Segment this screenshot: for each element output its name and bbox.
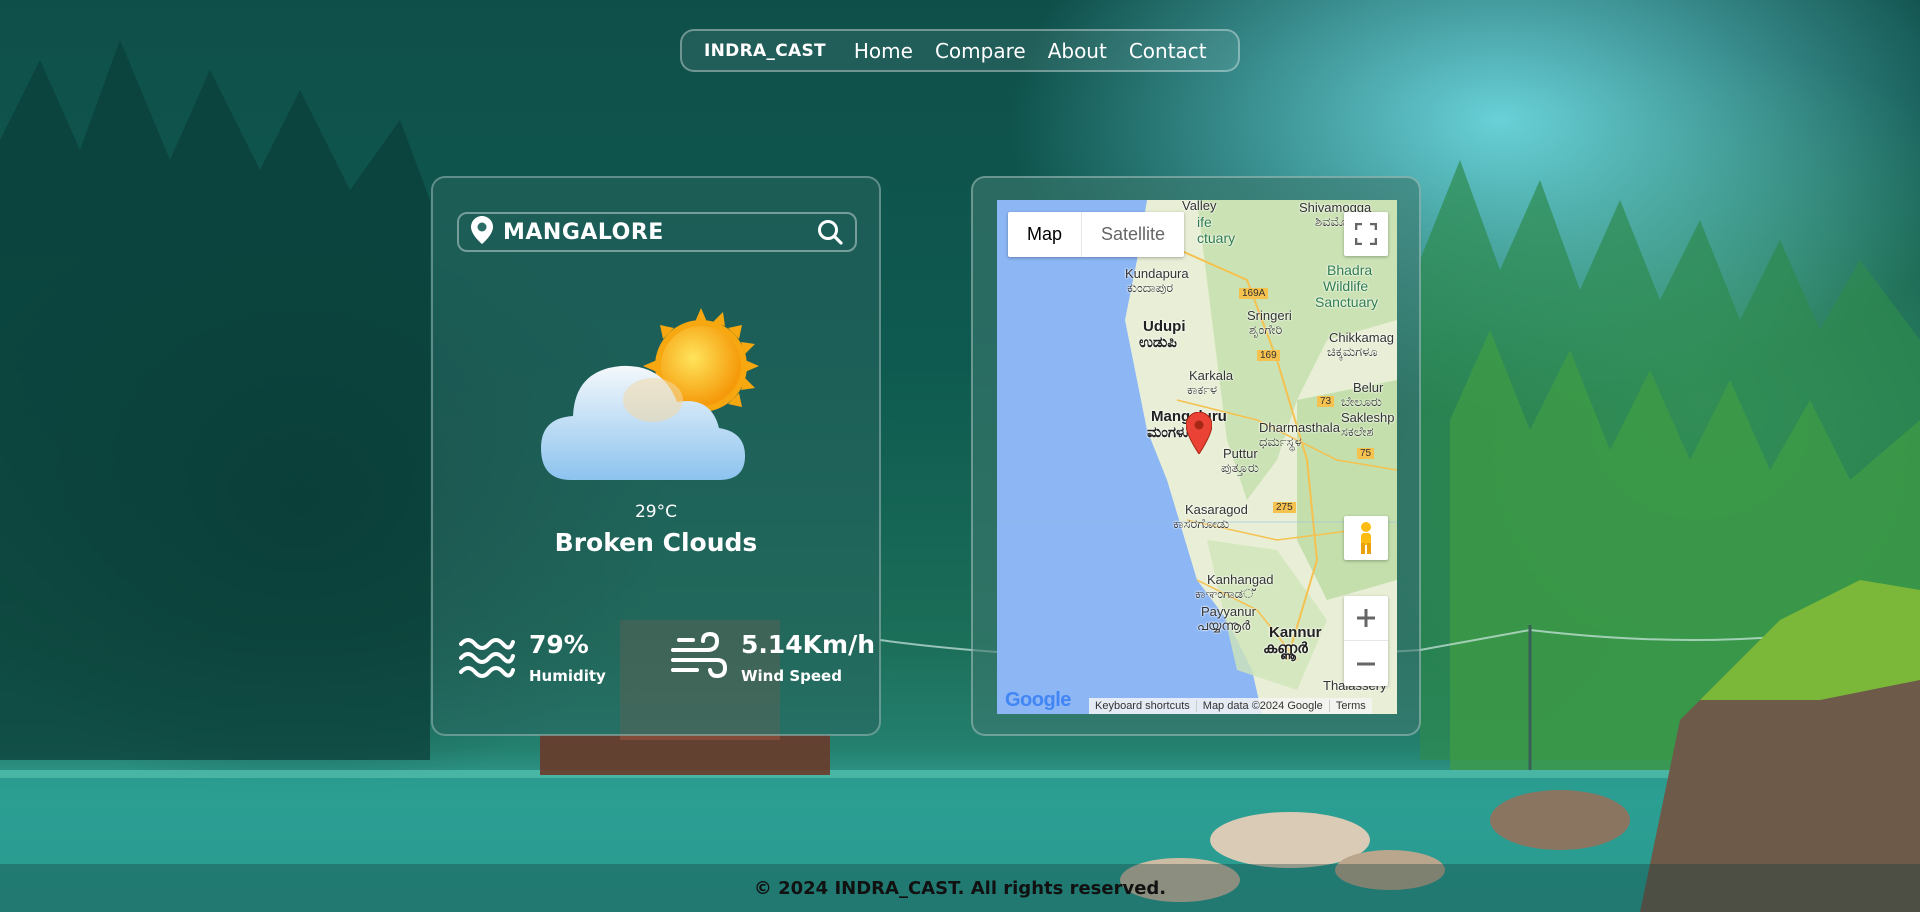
map-place: Kundapura: [1125, 266, 1189, 281]
map-place: Valley: [1182, 200, 1217, 213]
city-search-input[interactable]: [503, 219, 817, 245]
fullscreen-button[interactable]: [1344, 212, 1388, 256]
map-road-shield: 73: [1317, 396, 1335, 407]
map-type-satellite-button[interactable]: Satellite: [1081, 212, 1184, 257]
map-data-attribution: Map data ©2024 Google: [1195, 700, 1329, 712]
map-place: ctuary: [1197, 230, 1236, 246]
page-footer: © 2024 INDRA_CAST. All rights reserved.: [0, 864, 1920, 912]
map-road-shield: 275: [1273, 502, 1296, 513]
map-road-shield: 169A: [1239, 288, 1269, 299]
street-view-pegman-button[interactable]: [1344, 516, 1388, 560]
map-type-control: Map Satellite: [1008, 212, 1185, 257]
map-road-shield: 75: [1357, 448, 1375, 459]
google-map[interactable]: Valley ife ctuary Shivamogga ಶಿವಮೊ Kunda…: [997, 200, 1397, 714]
map-place: Sakleshp: [1341, 410, 1395, 425]
nav-link-home[interactable]: Home: [854, 39, 913, 63]
map-place: Payyanur: [1201, 604, 1256, 619]
zoom-out-button[interactable]: [1344, 641, 1388, 686]
copyright-text: © 2024 INDRA_CAST. All rights reserved.: [753, 877, 1167, 899]
map-place: Wildlife: [1323, 278, 1369, 294]
brand-logo[interactable]: INDRA_CAST: [704, 41, 826, 61]
weather-card: 29°C Broken Clouds 79% Humidity 5.14Km/h…: [431, 176, 881, 736]
map-place: ಕುಂದಾಪುರ: [1127, 280, 1174, 295]
water-waves-icon: [459, 638, 515, 678]
pegman-icon: [1361, 522, 1371, 554]
map-place: പയ്യന്നൂർ: [1197, 618, 1251, 633]
google-logo-text: Google: [1005, 689, 1071, 711]
humidity-label: Humidity: [529, 667, 606, 685]
cloud-sun-icon: [541, 308, 759, 480]
zoom-in-button[interactable]: [1344, 596, 1388, 641]
forest-background: [0, 40, 1920, 912]
nav-link-about[interactable]: About: [1048, 39, 1107, 63]
humidity-stat: 79% Humidity: [459, 630, 606, 685]
map-place: ಕಾಸರಗೋಡು: [1173, 516, 1230, 531]
map-place: Sringeri: [1247, 308, 1292, 323]
map-place: Karkala: [1189, 368, 1234, 383]
map-place: ife: [1197, 214, 1212, 230]
zoom-control: [1344, 596, 1388, 686]
nav-link-compare[interactable]: Compare: [935, 39, 1026, 63]
nav-link-contact[interactable]: Contact: [1129, 39, 1207, 63]
map-place: ಕಾಞಂಗಾಡ്: [1195, 586, 1255, 601]
wind-stat: 5.14Km/h Wind Speed: [671, 630, 875, 685]
plus-icon: [1357, 609, 1375, 627]
navbar: INDRA_CAST Home Compare About Contact: [680, 29, 1240, 72]
location-pin-icon: [471, 216, 493, 248]
map-place: Udupi: [1143, 318, 1186, 335]
map-place: ಸಕಲೇಶ: [1341, 424, 1374, 439]
map-type-map-button[interactable]: Map: [1008, 212, 1081, 257]
terms-link[interactable]: Terms: [1328, 700, 1372, 712]
map-place: Bhadra: [1327, 262, 1373, 278]
map-place: കണ്ണൂർ: [1263, 640, 1308, 657]
map-place: ಪುತ್ತೂರು: [1221, 460, 1259, 475]
map-attribution: Keyboard shortcuts Map data ©2024 Google…: [1089, 698, 1372, 714]
map-place: Sanctuary: [1315, 294, 1379, 310]
fullscreen-icon: [1355, 223, 1377, 245]
map-place: Kanhangad: [1207, 572, 1274, 587]
map-place: Kasaragod: [1185, 502, 1248, 517]
map-place: ಶಿವಮೊ: [1315, 214, 1348, 229]
map-place: Kannur: [1269, 624, 1322, 641]
search-box: [457, 212, 857, 252]
map-place: ಬೇಲೂರು: [1341, 394, 1382, 409]
map-place: Belur: [1353, 380, 1384, 395]
map-place: Chikkamag: [1329, 330, 1395, 345]
map-place: Dharmasthala: [1259, 420, 1340, 435]
map-place: Puttur: [1223, 446, 1258, 461]
humidity-value: 79%: [529, 630, 589, 659]
weather-description: Broken Clouds: [554, 528, 758, 557]
keyboard-shortcuts-link[interactable]: Keyboard shortcuts: [1089, 700, 1196, 712]
map-marker-icon[interactable]: [1186, 412, 1212, 454]
wind-speed-value: 5.14Km/h: [741, 630, 876, 659]
search-icon[interactable]: [817, 219, 843, 245]
temperature: 29°C: [634, 502, 677, 522]
map-place: ಶೃಂಗೇರಿ: [1249, 322, 1283, 337]
wind-icon: [671, 632, 727, 679]
map-place: ಚಿಕ್ಕಮಗಳೂ: [1327, 344, 1378, 359]
google-logo[interactable]: Google: [1005, 689, 1071, 712]
map-place: ಧರ್ಮಸ್ಥಳ: [1259, 434, 1302, 449]
map-place: ಉಡುಪಿ: [1139, 334, 1177, 351]
map-place: ಕಾರ್ಕಳ: [1187, 382, 1218, 397]
map-card: Valley ife ctuary Shivamogga ಶಿವಮೊ Kunda…: [971, 176, 1421, 736]
wind-speed-label: Wind Speed: [741, 667, 842, 685]
map-road-shield: 169: [1257, 350, 1280, 361]
minus-icon: [1357, 662, 1375, 665]
